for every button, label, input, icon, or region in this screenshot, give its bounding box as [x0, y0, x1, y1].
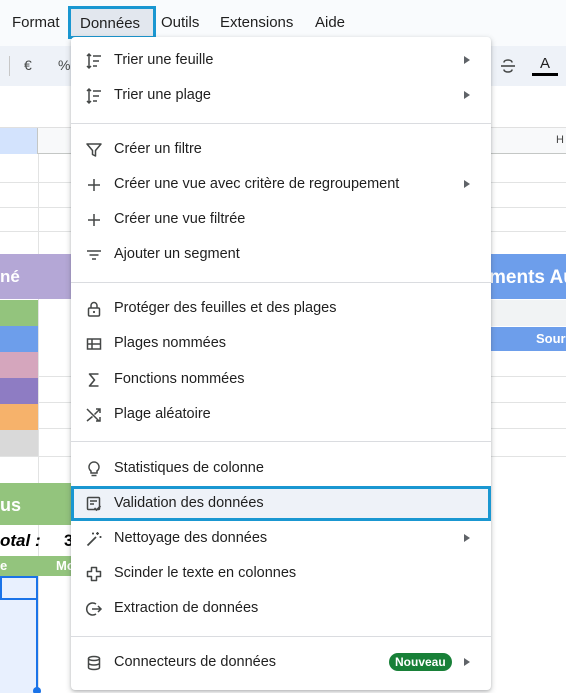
- menu-item-fonctions-nommees[interactable]: Fonctions nommées: [71, 362, 491, 397]
- menu-item-label: Nettoyage des données: [114, 530, 268, 546]
- menu-donnees-label: Données: [80, 15, 141, 32]
- column-header-h[interactable]: H: [556, 134, 564, 146]
- menu-item-plage-aleatoire[interactable]: Plage aléatoire: [71, 397, 491, 432]
- plus-icon: [85, 176, 103, 194]
- menu-item-vue-regroupement[interactable]: Créer une vue avec critère de regroupeme…: [71, 167, 491, 202]
- right-section-title: ments Au: [489, 267, 566, 288]
- menu-item-label: Créer une vue avec critère de regroupeme…: [114, 176, 400, 192]
- menu-item-label: Plages nommées: [114, 335, 227, 351]
- menu-outils[interactable]: Outils: [161, 14, 199, 31]
- lock-icon: [85, 300, 103, 318]
- submenu-arrow-icon: [464, 534, 470, 542]
- menu-item-label: Scinder le texte en colonnes: [114, 565, 297, 581]
- filter-icon: [85, 141, 103, 159]
- menu-format[interactable]: Format: [12, 14, 60, 31]
- menu-item-label: Plage aléatoire: [114, 406, 211, 422]
- color-swatch-cell[interactable]: [0, 352, 38, 378]
- right-header-label: Sour: [536, 331, 566, 346]
- plus-icon: [85, 211, 103, 229]
- color-swatch-cell[interactable]: [0, 326, 38, 352]
- color-swatch-cell[interactable]: [0, 378, 38, 404]
- menu-item-label: Connecteurs de données: [114, 654, 277, 670]
- sigma-icon: [85, 371, 103, 389]
- menu-item-label: Statistiques de colonne: [114, 460, 264, 476]
- extract-icon: [85, 600, 103, 618]
- data-validation-icon: [85, 495, 103, 513]
- menu-divider: [71, 123, 491, 124]
- sort-range-icon: [85, 87, 103, 105]
- menu-item-label: Créer un filtre: [114, 141, 202, 157]
- grid-line: [38, 154, 39, 693]
- text-color-button[interactable]: A: [532, 54, 558, 78]
- menu-item-trier-plage[interactable]: Trier une plage: [71, 78, 491, 113]
- right-light-cell[interactable]: [489, 300, 566, 326]
- menu-divider: [71, 441, 491, 442]
- strikethrough-icon[interactable]: [498, 56, 518, 76]
- menu-item-scinder[interactable]: Scinder le texte en colonnes: [71, 556, 491, 591]
- split-columns-icon: [85, 565, 103, 583]
- submenu-arrow-icon: [464, 91, 470, 99]
- left-section-title-cell[interactable]: né: [0, 254, 72, 299]
- menu-item-ajouter-segment[interactable]: Ajouter un segment: [71, 237, 491, 272]
- menu-item-trier-feuille[interactable]: Trier une feuille: [71, 43, 491, 78]
- donnees-dropdown-menu: Trier une feuille Trier une plage Créer …: [71, 37, 491, 690]
- menu-item-extraction[interactable]: Extraction de données: [71, 591, 491, 626]
- color-swatch-cell[interactable]: [0, 430, 38, 456]
- percent-format-button[interactable]: %: [58, 57, 70, 73]
- menu-item-vue-filtree[interactable]: Créer une vue filtrée: [71, 202, 491, 237]
- slicer-icon: [85, 246, 103, 264]
- magic-wand-icon: [85, 530, 103, 548]
- menu-item-label: Fonctions nommées: [114, 371, 245, 387]
- shuffle-icon: [85, 406, 103, 424]
- green-header-left: e: [0, 558, 8, 573]
- menu-aide[interactable]: Aide: [315, 14, 345, 31]
- menu-item-label: Protéger des feuilles et des plages: [114, 300, 337, 316]
- menu-item-nettoyage[interactable]: Nettoyage des données: [71, 521, 491, 556]
- color-swatch-cell[interactable]: [0, 404, 38, 430]
- sort-sheet-icon: [85, 52, 103, 70]
- named-ranges-icon: [85, 335, 103, 353]
- submenu-arrow-icon: [464, 180, 470, 188]
- text-color-letter: A: [540, 55, 551, 72]
- menu-item-label: Ajouter un segment: [114, 246, 240, 262]
- menu-item-validation[interactable]: Validation des données: [71, 486, 491, 521]
- menu-item-plages-nommees[interactable]: Plages nommées: [71, 326, 491, 361]
- menu-item-statistiques[interactable]: Statistiques de colonne: [71, 451, 491, 486]
- left-section2-title-cell[interactable]: us: [0, 483, 72, 525]
- menu-divider: [71, 282, 491, 283]
- menu-extensions[interactable]: Extensions: [220, 14, 293, 31]
- color-swatch-cell[interactable]: [0, 300, 38, 326]
- total-label: otal :: [0, 531, 41, 550]
- menu-item-label: Trier une plage: [114, 87, 211, 103]
- menu-item-label: Validation des données: [114, 495, 264, 511]
- database-icon: [85, 654, 103, 672]
- new-badge: Nouveau: [389, 653, 452, 671]
- menu-item-connecteurs[interactable]: Connecteurs de données Nouveau: [71, 645, 491, 680]
- menu-item-proteger[interactable]: Protéger des feuilles et des plages: [71, 291, 491, 326]
- active-cell[interactable]: [0, 576, 38, 600]
- menu-item-label: Créer une vue filtrée: [114, 211, 246, 227]
- fill-handle[interactable]: [33, 687, 41, 693]
- toolbar-separator: [9, 56, 10, 76]
- selected-column-header[interactable]: [0, 128, 38, 154]
- lightbulb-icon: [85, 460, 103, 478]
- currency-format-button[interactable]: €: [24, 57, 32, 73]
- menu-item-label: Trier une feuille: [114, 52, 214, 68]
- left-section2-title: us: [0, 495, 22, 515]
- left-section-title: né: [0, 267, 20, 286]
- menu-item-label: Extraction de données: [114, 600, 259, 616]
- submenu-arrow-icon: [464, 56, 470, 64]
- menu-item-creer-filtre[interactable]: Créer un filtre: [71, 132, 491, 167]
- right-header-cell[interactable]: Sour: [489, 327, 566, 351]
- right-section-title-cell[interactable]: ments Au: [489, 254, 566, 299]
- green-header-row: e Mo: [0, 556, 75, 576]
- menu-divider: [71, 636, 491, 637]
- submenu-arrow-icon: [464, 658, 470, 666]
- text-color-bar: [532, 73, 558, 76]
- menu-donnees[interactable]: Données: [68, 6, 156, 39]
